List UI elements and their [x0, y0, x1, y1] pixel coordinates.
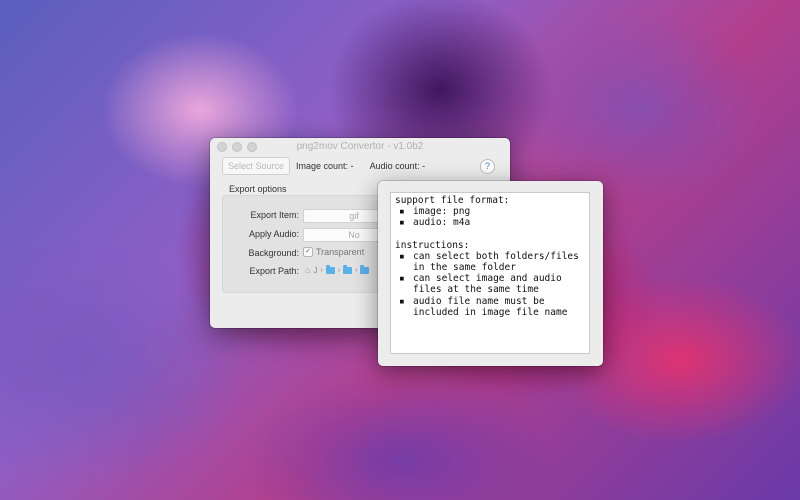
bullet-icon: ▪: [399, 250, 405, 262]
folder-icon[interactable]: [343, 264, 353, 274]
instruction-line: in the same folder: [413, 262, 516, 274]
title-bar[interactable]: png2mov Convertor - v1.0b2: [210, 138, 510, 154]
bullet-icon: ▪: [399, 217, 405, 229]
path-home-text: J: [313, 265, 318, 275]
transparent-toggle[interactable]: ✓ Transparent: [303, 247, 364, 257]
list-item: ▪ audio: m4a: [395, 217, 585, 228]
help-button[interactable]: ?: [480, 159, 495, 174]
instruction-line: can select both folders/files: [413, 250, 579, 262]
image-count: Image count: -: [296, 161, 354, 171]
export-options-heading: Export options: [229, 184, 287, 194]
window-controls: [217, 142, 257, 152]
bullet-icon: ▪: [399, 206, 405, 218]
instruction-line: files at the same time: [413, 284, 539, 296]
folder-icon[interactable]: [325, 264, 335, 274]
format-item: image: png: [413, 206, 471, 218]
help-text-area[interactable]: support file format: ▪ image: png ▪ audi…: [390, 192, 590, 354]
transparent-checkbox[interactable]: ✓: [303, 247, 313, 257]
path-separator: ›: [337, 266, 341, 274]
path-separator: ›: [355, 266, 358, 274]
bullet-icon: ▪: [399, 273, 405, 285]
background-label: Background:: [248, 248, 299, 258]
list-item: ▪ can select image and audio files at th…: [395, 273, 585, 295]
window-title: png2mov Convertor - v1.0b2: [296, 140, 424, 152]
formats-heading: support file format:: [395, 195, 510, 206]
path-separator: ›: [320, 266, 323, 274]
list-item: ▪ image: png: [395, 206, 585, 217]
export-path-label: Export Path:: [249, 266, 299, 276]
format-item: audio: m4a: [413, 217, 471, 229]
apply-audio-label: Apply Audio:: [248, 229, 299, 239]
instructions-heading: instructions:: [395, 239, 470, 251]
audio-count: Audio count: -: [369, 161, 426, 171]
toolbar: Select Source Image count: - Audio count…: [222, 157, 500, 175]
list-item: ▪ can select both folders/files in the s…: [395, 251, 585, 273]
bullet-icon: ▪: [399, 295, 405, 307]
home-icon: ⌂: [305, 265, 311, 275]
transparent-label: Transparent: [316, 247, 365, 257]
zoom-button[interactable]: [247, 142, 257, 152]
close-button[interactable]: [217, 142, 227, 152]
instruction-line: audio file name must be: [413, 295, 545, 307]
instruction-line: included in image file name: [413, 306, 568, 318]
export-item-label: Export Item:: [250, 210, 299, 220]
select-source-button[interactable]: Select Source: [222, 157, 291, 175]
list-item: ▪ audio file name must be included in im…: [395, 296, 585, 318]
minimize-button[interactable]: [232, 142, 242, 152]
folder-icon[interactable]: [360, 264, 370, 274]
export-path-control[interactable]: ⌂ J › › ›: [305, 264, 370, 275]
help-popover: support file format: ▪ image: png ▪ audi…: [378, 181, 603, 366]
instruction-line: can select image and audio: [413, 273, 562, 285]
